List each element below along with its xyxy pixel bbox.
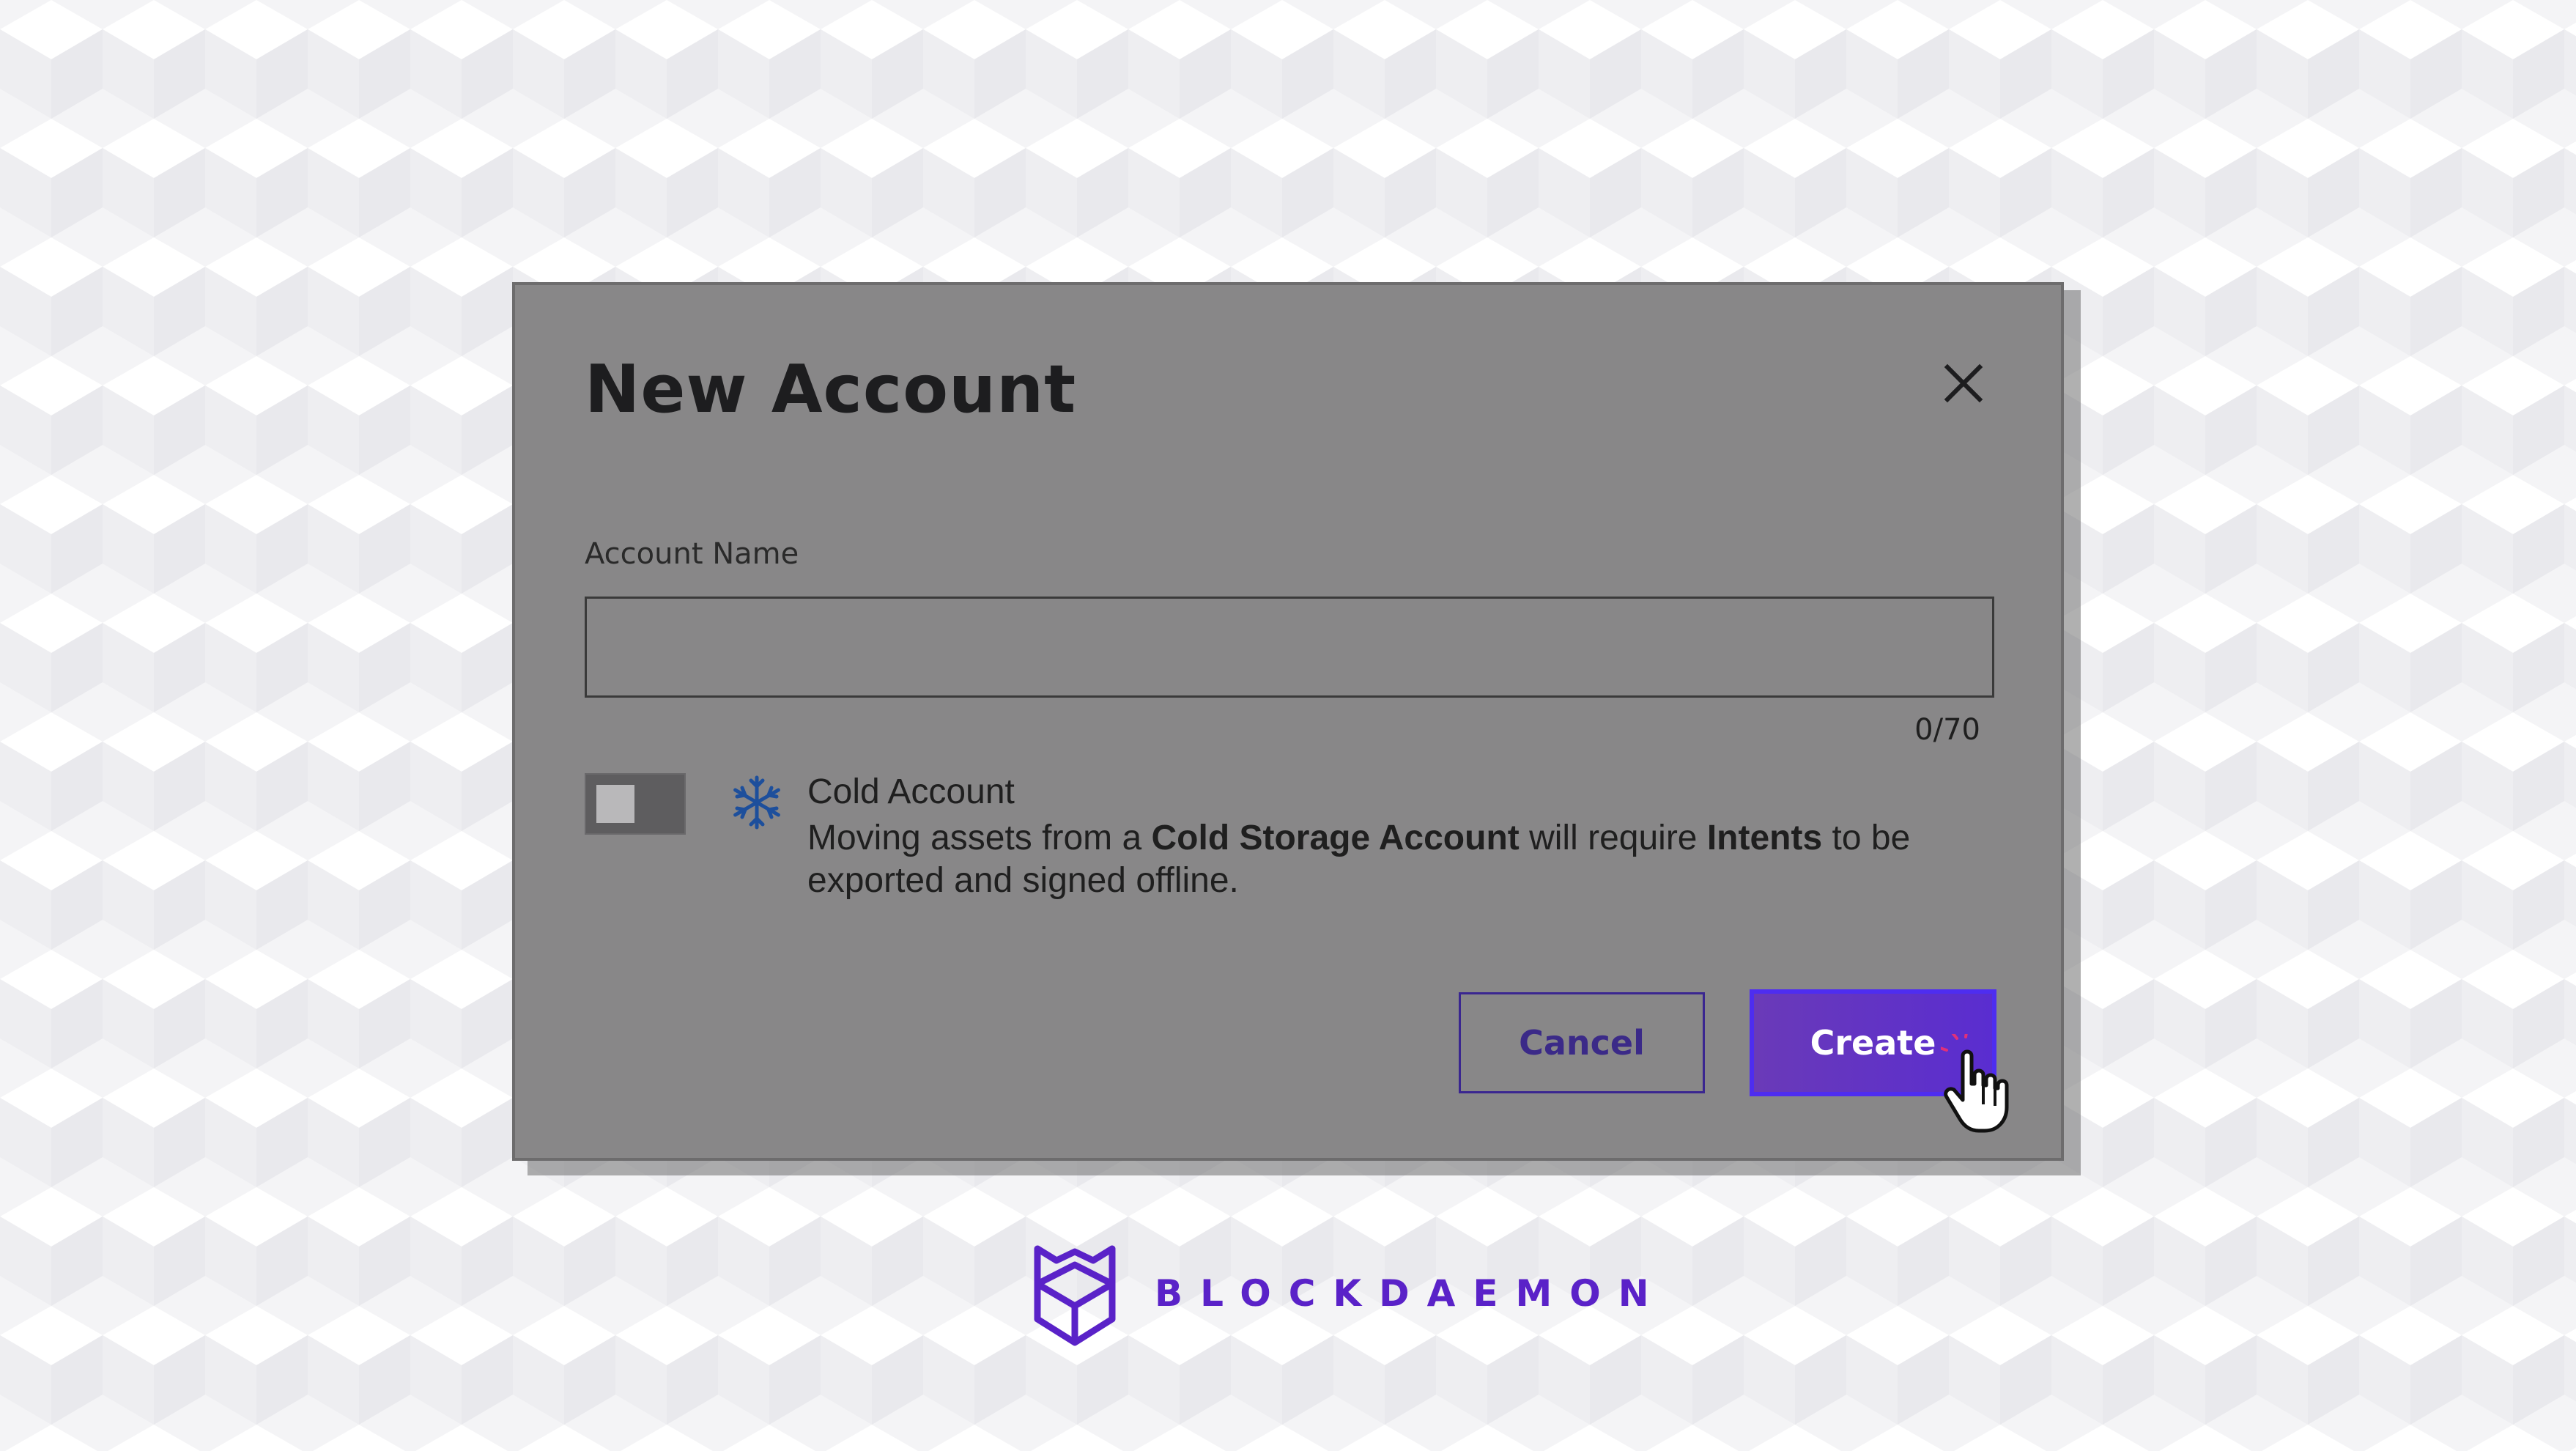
blockdaemon-logo [1034, 1245, 1116, 1346]
character-counter: 0/70 [1914, 713, 1980, 747]
desc-text-2: will require [1519, 819, 1707, 857]
close-icon [1944, 363, 1983, 403]
cold-account-title: Cold Account [807, 772, 1015, 811]
desc-text-1: Moving assets from a [807, 819, 1152, 857]
snowflake-icon [733, 775, 780, 830]
account-name-input[interactable] [585, 597, 1994, 698]
desc-bold-cold-storage: Cold Storage Account [1151, 819, 1520, 857]
dialog-title: New Account [585, 351, 1077, 428]
cold-account-toggle[interactable] [585, 773, 686, 835]
close-button[interactable] [1939, 358, 1988, 408]
new-account-dialog: New Account Account Name 0/70 Cold Accou… [512, 282, 2064, 1161]
toggle-knob [596, 785, 634, 823]
brand-name: BLOCKDAEMON [1155, 1272, 1667, 1315]
create-button[interactable]: Create [1750, 989, 1996, 1096]
desc-bold-intents: Intents [1706, 819, 1823, 857]
cancel-button[interactable]: Cancel [1459, 992, 1705, 1093]
cold-account-description: Moving assets from a Cold Storage Accoun… [807, 817, 2009, 902]
account-name-label: Account Name [585, 537, 799, 571]
brand-logo: BLOCKDAEMON [1032, 1238, 1667, 1348]
